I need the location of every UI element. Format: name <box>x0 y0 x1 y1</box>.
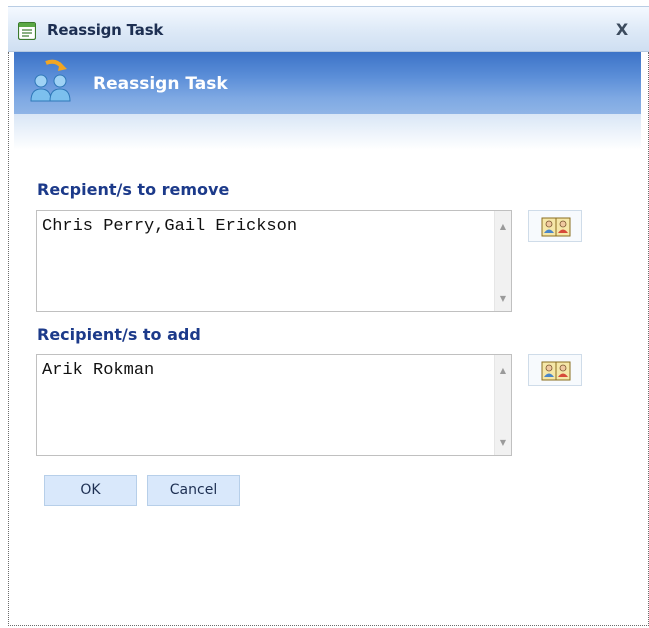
scroll-down-icon[interactable]: ▼ <box>495 291 511 307</box>
add-address-book-button[interactable] <box>528 354 582 386</box>
scroll-up-icon[interactable]: ▲ <box>495 219 511 235</box>
scroll-down-icon[interactable]: ▼ <box>495 435 511 451</box>
dialog-titlebar[interactable]: Reassign Task X <box>8 6 649 52</box>
remove-recipients-field[interactable]: Chris Perry,Gail Erickson ▲ ▼ <box>36 210 512 312</box>
dialog-title: Reassign Task <box>47 21 164 39</box>
add-recipients-label: Recipient/s to add <box>37 325 201 344</box>
header-fade <box>14 114 641 150</box>
cancel-button[interactable]: Cancel <box>147 475 240 506</box>
scroll-up-icon[interactable]: ▲ <box>495 363 511 379</box>
window-icon <box>17 21 37 41</box>
add-recipients-value: Arik Rokman <box>42 361 155 380</box>
remove-recipients-value: Chris Perry,Gail Erickson <box>42 217 298 236</box>
remove-recipients-label: Recpient/s to remove <box>37 180 230 199</box>
add-recipients-scrollbar[interactable]: ▲ ▼ <box>494 355 511 455</box>
add-recipients-field[interactable]: Arik Rokman ▲ ▼ <box>36 354 512 456</box>
address-book-icon <box>541 217 571 237</box>
ok-button[interactable]: OK <box>44 475 137 506</box>
close-button[interactable]: X <box>611 20 633 40</box>
address-book-icon <box>541 361 571 381</box>
remove-address-book-button[interactable] <box>528 210 582 242</box>
header-title: Reassign Task <box>93 74 228 94</box>
reassign-users-icon <box>26 57 76 107</box>
remove-recipients-scrollbar[interactable]: ▲ ▼ <box>494 211 511 311</box>
